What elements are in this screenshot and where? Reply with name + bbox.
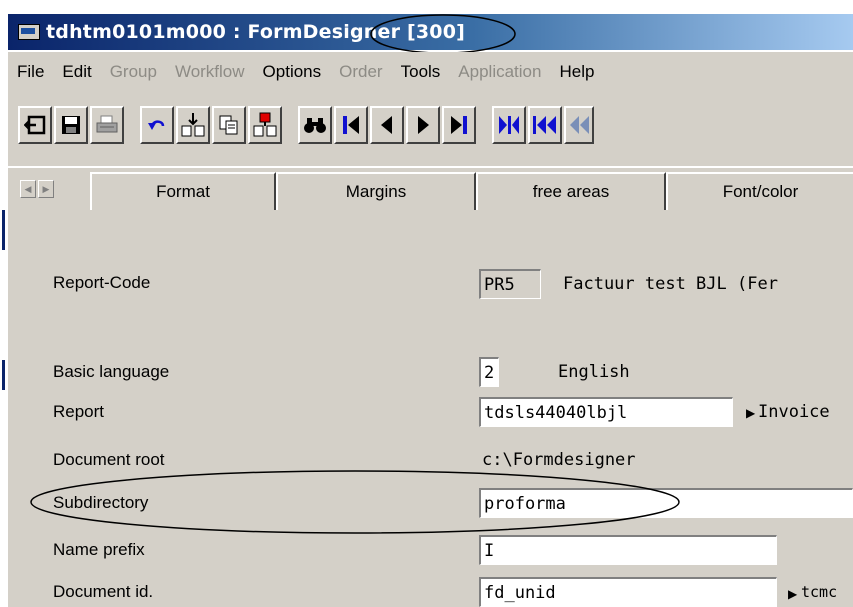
exit-icon: [24, 115, 46, 135]
app-icon: [18, 24, 40, 40]
title-annotation-ellipse: [370, 14, 516, 54]
first-record-button[interactable]: [334, 106, 368, 144]
rewind-icon: [570, 116, 589, 134]
report-description: Invoice: [758, 402, 830, 422]
tab-format[interactable]: Format: [90, 172, 276, 210]
last-record-button[interactable]: [442, 106, 476, 144]
document-id-description: tcmc: [801, 583, 838, 601]
basic-language-field[interactable]: 2: [479, 357, 499, 387]
duplicate-record-button[interactable]: [248, 106, 282, 144]
menu-tools[interactable]: Tools: [392, 62, 450, 82]
exit-button[interactable]: [18, 106, 52, 144]
menu-application[interactable]: Application: [449, 62, 550, 82]
insert-record-button[interactable]: [176, 106, 210, 144]
menu-bar: File Edit Group Workflow Options Order T…: [8, 52, 853, 92]
menu-edit[interactable]: Edit: [53, 62, 100, 82]
document-id-zoom-arrow-icon[interactable]: ▶: [788, 587, 797, 601]
copy-icon: [219, 115, 238, 135]
document-root-value: c:\Formdesigner: [482, 450, 636, 470]
tab-strip: ◀ ▶ Format Margins free areas Font/color: [8, 168, 853, 211]
insert-record-icon: [181, 113, 205, 137]
first-set-button[interactable]: [492, 106, 526, 144]
tab-font-color[interactable]: Font/color: [666, 172, 853, 210]
previous-set-button[interactable]: [528, 106, 562, 144]
save-icon: [62, 116, 80, 134]
last-record-icon: [451, 116, 467, 134]
duplicate-record-icon: [253, 112, 277, 137]
first-record-icon: [343, 116, 359, 134]
left-edge-strip: [0, 0, 8, 607]
next-record-button[interactable]: [406, 106, 440, 144]
menu-workflow[interactable]: Workflow: [166, 62, 254, 82]
menu-options[interactable]: Options: [254, 62, 331, 82]
document-id-field[interactable]: fd_unid: [479, 577, 777, 607]
previous-record-icon: [381, 116, 392, 134]
tab-scroll-right-icon[interactable]: ▶: [38, 180, 54, 198]
menu-order[interactable]: Order: [330, 62, 391, 82]
toolbar: [8, 92, 853, 166]
find-button[interactable]: [298, 106, 332, 144]
name-prefix-label: Name prefix: [53, 540, 145, 559]
document-root-label: Document root: [53, 450, 165, 469]
report-label: Report: [53, 402, 105, 421]
report-zoom-arrow-icon[interactable]: ▶: [746, 406, 755, 420]
basic-language-label: Basic language: [53, 362, 170, 381]
copy-button[interactable]: [212, 106, 246, 144]
first-set-icon: [499, 116, 519, 134]
previous-set-icon: [533, 116, 556, 134]
next-record-icon: [418, 116, 429, 134]
document-id-label: Document id.: [53, 582, 154, 601]
print-icon: [96, 115, 118, 133]
tab-margins[interactable]: Margins: [276, 172, 476, 210]
previous-record-button[interactable]: [370, 106, 404, 144]
report-field[interactable]: tdsls44040lbjl: [479, 397, 733, 427]
menu-file[interactable]: File: [8, 62, 53, 82]
report-code-field[interactable]: PR5: [479, 269, 541, 299]
undo-button[interactable]: [140, 106, 174, 144]
form-panel: Report-Code PR5 Factuur test BJL (Fer Ba…: [8, 210, 853, 607]
tab-scroll-buttons: ◀ ▶: [20, 180, 56, 200]
basic-language-description: English: [558, 362, 630, 382]
report-code-description: Factuur test BJL (Fer: [563, 274, 778, 294]
name-prefix-field[interactable]: I: [479, 535, 777, 565]
undo-icon: [148, 120, 165, 130]
print-button[interactable]: [90, 106, 124, 144]
find-icon: [304, 118, 326, 133]
menu-group[interactable]: Group: [101, 62, 166, 82]
tab-free-areas[interactable]: free areas: [476, 172, 666, 210]
subdirectory-annotation-ellipse: [30, 470, 680, 534]
rewind-button[interactable]: [564, 106, 594, 144]
report-code-label: Report-Code: [53, 273, 151, 292]
tab-scroll-left-icon[interactable]: ◀: [20, 180, 36, 198]
menu-help[interactable]: Help: [550, 62, 603, 82]
save-button[interactable]: [54, 106, 88, 144]
